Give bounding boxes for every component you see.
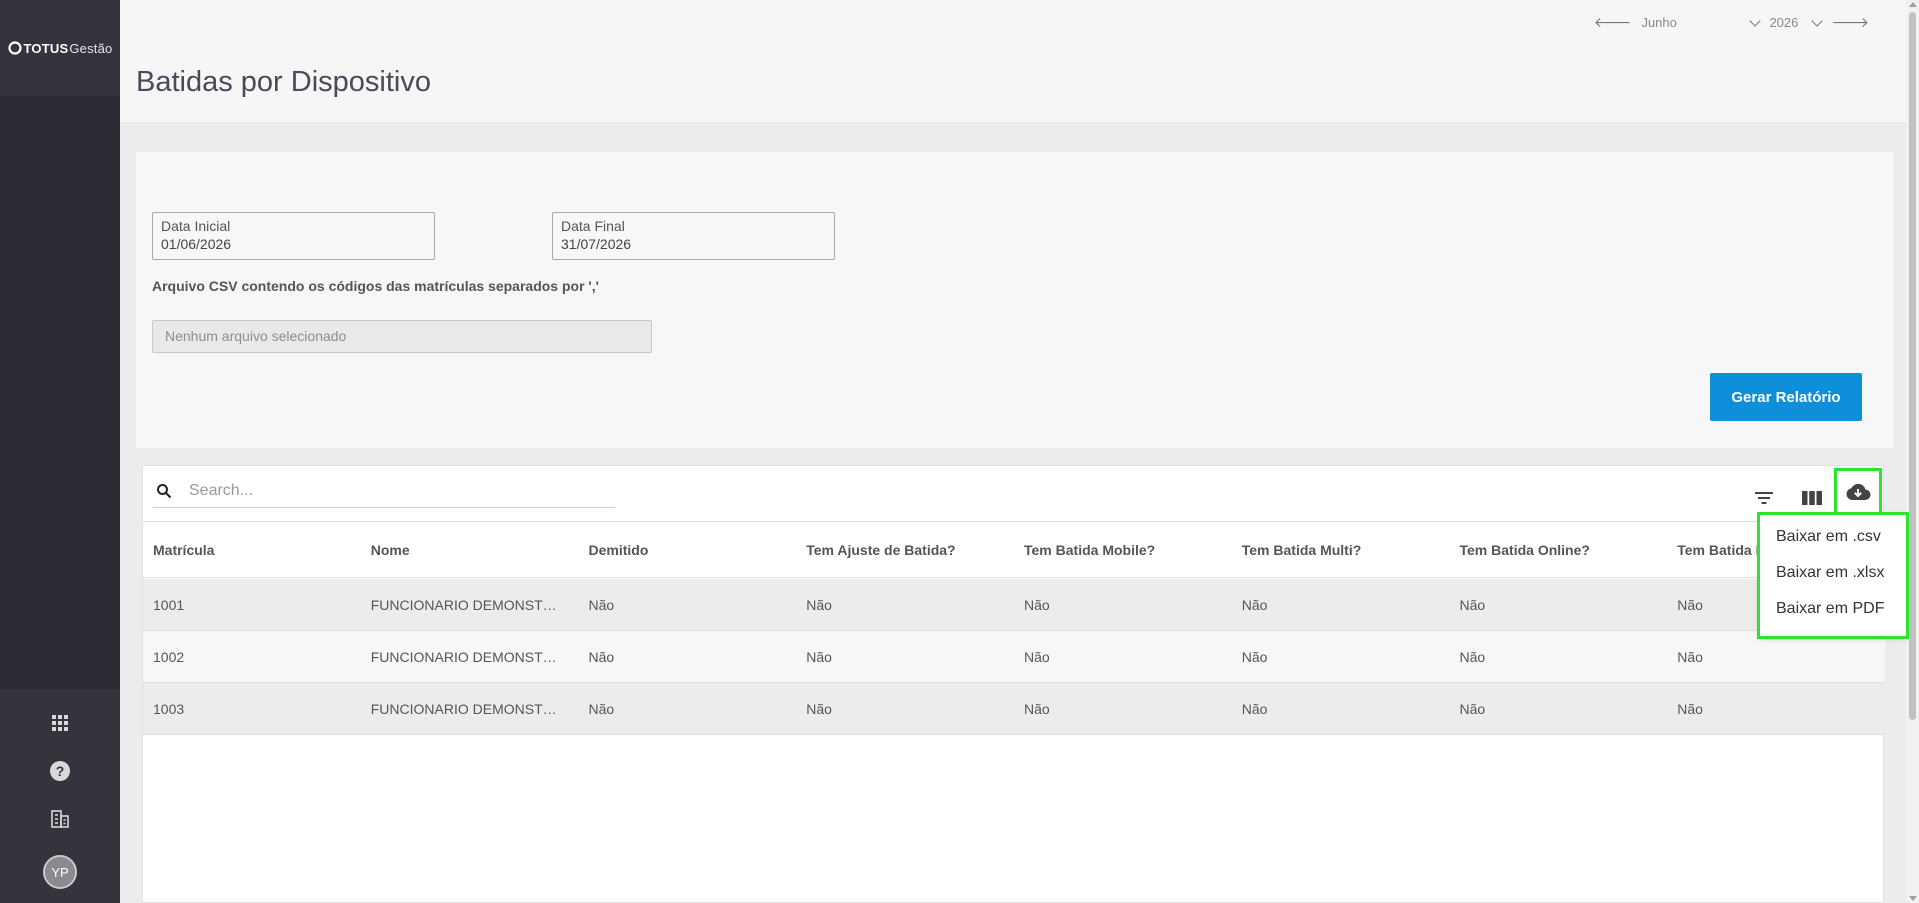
table-cell: Não (1677, 700, 1703, 717)
end-date-field[interactable]: Data Final 31/07/2026 (552, 212, 835, 260)
table-cell: Não (588, 596, 615, 613)
table-row[interactable]: 1001 FUNCIONARIO DEMONSTRATIVO 1 Não Não Não… (143, 579, 1885, 631)
table-cell: Não (1241, 648, 1268, 665)
cloud-download-icon[interactable] (1834, 468, 1882, 516)
apps-grid-icon[interactable] (48, 711, 72, 735)
start-date-value[interactable]: 01/06/2026 (161, 235, 426, 253)
table-cell: Não (1459, 596, 1486, 613)
table-cell: 1003 (153, 700, 185, 717)
search-icon (153, 483, 175, 499)
column-header[interactable]: Tem Batida Multi? (1232, 542, 1450, 558)
columns-icon[interactable] (1798, 484, 1826, 512)
table-cell: Não (1024, 648, 1050, 665)
year-select-value: 2026 (1769, 15, 1799, 30)
table-cell: Não (1241, 700, 1268, 717)
table-row[interactable]: 1003 FUNCIONARIO DEMONSTRATIVO 3 Não Não Não… (143, 683, 1885, 735)
table-cell: Não (806, 700, 832, 717)
table-cell: Não (1241, 596, 1268, 613)
column-header[interactable]: Tem Batida Mobile? (1014, 542, 1232, 558)
search-input[interactable] (189, 481, 589, 500)
table-cell: Não (588, 648, 615, 665)
scrollbar-thumb[interactable] (1909, 12, 1916, 720)
logo-product: Gestão (69, 40, 113, 56)
table-cell: Não (588, 700, 615, 717)
end-date-value[interactable]: 31/07/2026 (561, 235, 826, 253)
previous-period-arrow-icon[interactable]: 🡐 (1594, 14, 1632, 31)
building-icon[interactable] (48, 807, 72, 831)
app-logo[interactable]: TOTUS Gestão (0, 0, 120, 96)
download-menu: Baixar em .csv Baixar em .xlsx Baixar em P… (1757, 512, 1909, 639)
page-scrollbar[interactable] (1906, 0, 1919, 903)
user-avatar[interactable]: YP (43, 855, 77, 889)
column-header[interactable]: Tem Ajuste de Batida? (796, 542, 1014, 558)
logo-brand: TOTUS (23, 40, 69, 56)
table-cell: FUNCIONARIO DEMONSTRATIVO 1 (370, 596, 579, 613)
year-select[interactable]: 2026 (1769, 14, 1824, 30)
start-date-field[interactable]: Data Inicial 01/06/2026 (152, 212, 435, 260)
period-selector: 🡐 Junho 2026 🡒 (1594, 14, 1869, 31)
svg-text:?: ? (56, 763, 65, 779)
table-cell: Não (1459, 648, 1486, 665)
column-header[interactable]: Matrícula (143, 542, 361, 558)
help-circle-icon[interactable]: ? (48, 759, 72, 783)
csv-file-label: Arquivo CSV contendo os códigos das matr… (152, 278, 599, 294)
table-cell: Não (1677, 648, 1703, 665)
csv-file-input[interactable]: Nenhum arquivo selecionado (152, 320, 652, 353)
start-date-label: Data Inicial (161, 218, 231, 234)
table-cell: FUNCIONARIO DEMONSTRATIVO 3 (370, 700, 579, 717)
table-cell: Não (1459, 700, 1486, 717)
table-header: Matrícula Nome Demitido Tem Ajuste de Batid… (143, 521, 1885, 578)
column-header[interactable]: Demitido (579, 542, 797, 558)
table-cell: 1002 (153, 648, 185, 665)
table-cell: FUNCIONARIO DEMONSTRATIVO 2 (370, 648, 579, 665)
generate-report-button[interactable]: Gerar Relatório (1710, 373, 1862, 421)
download-menu-item[interactable]: Baixar em .xlsx (1760, 563, 1906, 599)
month-select-value: Junho (1641, 15, 1677, 30)
table-cell: Não (1024, 700, 1050, 717)
download-menu-item[interactable]: Baixar em PDF (1760, 599, 1906, 635)
table-cell: Não (806, 648, 832, 665)
table-cell: Não (806, 596, 832, 613)
column-header[interactable]: Tem Batida Online? (1450, 542, 1668, 558)
column-header[interactable]: Nome (361, 542, 579, 558)
totus-logo-icon (7, 41, 22, 55)
sidebar: TOTUS Gestão ? YP (0, 0, 120, 903)
sidebar-bottom-menu: ? YP (0, 689, 120, 903)
chevron-down-icon (1749, 14, 1762, 27)
end-date-label: Data Final (561, 218, 625, 234)
page-title: Batidas por Dispositivo (136, 66, 431, 98)
scroll-up-arrow-icon[interactable] (1909, 2, 1917, 7)
month-select[interactable]: Junho (1641, 14, 1762, 30)
table-row[interactable]: 1002 FUNCIONARIO DEMONSTRATIVO 2 Não Não Não… (143, 631, 1885, 683)
report-form-card (136, 152, 1894, 448)
filter-icon[interactable] (1750, 484, 1778, 512)
scroll-down-arrow-icon[interactable] (1909, 896, 1917, 901)
next-period-arrow-icon[interactable]: 🡒 (1831, 14, 1869, 31)
results-table-card: MatrículaNomeDemitidoTem Ajuste de Batid… (142, 465, 1885, 903)
chevron-down-icon (1811, 14, 1824, 27)
table-cell: Não (1024, 596, 1050, 613)
download-menu-item[interactable]: Baixar em .csv (1760, 527, 1906, 563)
table-search (153, 474, 615, 508)
table-cell: 1001 (153, 596, 185, 613)
